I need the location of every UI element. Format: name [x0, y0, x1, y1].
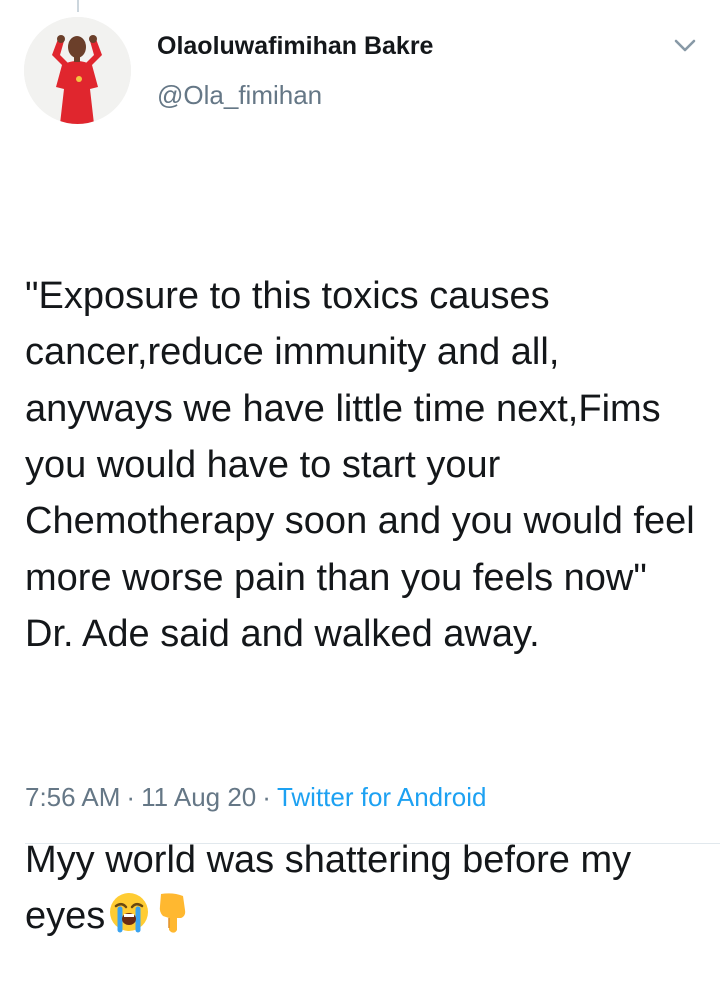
tweet-time[interactable]: 7:56 AM — [25, 782, 120, 812]
meta-separator: · — [126, 782, 136, 812]
meta-separator-2: · — [262, 782, 271, 812]
backhand-index-pointing-down-icon — [153, 890, 193, 934]
tweet-paragraph-1: "Exposure to this toxics causes cancer,r… — [25, 274, 706, 656]
tweet-meta: 7:56 AM · 11 Aug 20 · Twitter for Android — [25, 782, 486, 813]
tweet-paragraph-2: Myy world was shattering before my eyes — [25, 832, 705, 945]
tweet-text: "Exposure to this toxics causes cancer,r… — [25, 155, 705, 1001]
avatar[interactable] — [24, 17, 131, 124]
tweet-date[interactable]: 11 Aug 20 — [141, 782, 256, 812]
author-display-name[interactable]: Olaoluwafimihan Bakre — [157, 32, 433, 61]
tweet-source-link[interactable]: Twitter for Android — [277, 782, 487, 812]
author-handle[interactable]: @Ola_fimihan — [157, 80, 322, 111]
profile-photo-icon — [24, 17, 131, 124]
chevron-down-icon[interactable] — [672, 36, 698, 56]
thread-connector-line — [77, 0, 79, 12]
loudly-crying-face-icon — [107, 890, 151, 934]
